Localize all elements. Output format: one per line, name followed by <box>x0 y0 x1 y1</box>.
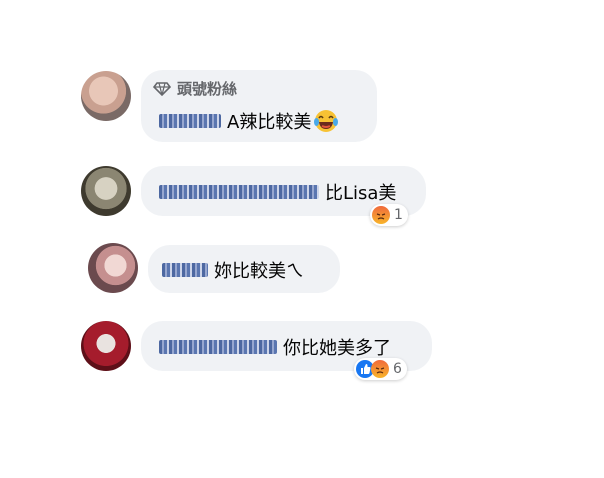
comment-text: 你比她美多了 <box>283 338 391 359</box>
comment-bubble: 頭號粉絲 A辣比較美 <box>141 70 377 142</box>
avatar[interactable] <box>81 71 131 121</box>
reaction-summary[interactable]: 1 <box>370 204 408 226</box>
avatar[interactable] <box>81 321 131 371</box>
reaction-count: 6 <box>393 361 402 377</box>
comment-bubble: 妳比較美ㄟ <box>148 245 340 293</box>
commenter-name[interactable] <box>159 340 277 354</box>
comment-text: A辣比較美 <box>227 112 312 133</box>
avatar[interactable] <box>88 243 138 293</box>
avatar[interactable] <box>81 166 131 216</box>
top-fan-badge[interactable]: 頭號粉絲 <box>153 78 237 99</box>
reaction-count: 1 <box>394 207 403 223</box>
commenter-name[interactable] <box>162 263 208 277</box>
reaction-summary[interactable]: 6 <box>354 358 407 380</box>
comment-text: 比Lisa美 <box>325 183 397 204</box>
comment-text: 妳比較美ㄟ <box>214 261 304 282</box>
badge-label: 頭號粉絲 <box>177 80 238 98</box>
laughing-tears-emoji-icon <box>314 110 339 132</box>
angry-reaction-icon <box>372 206 390 224</box>
diamond-icon <box>153 81 171 96</box>
angry-reaction-icon <box>371 360 389 378</box>
commenter-name[interactable] <box>159 185 319 199</box>
commenter-name[interactable] <box>159 114 221 128</box>
